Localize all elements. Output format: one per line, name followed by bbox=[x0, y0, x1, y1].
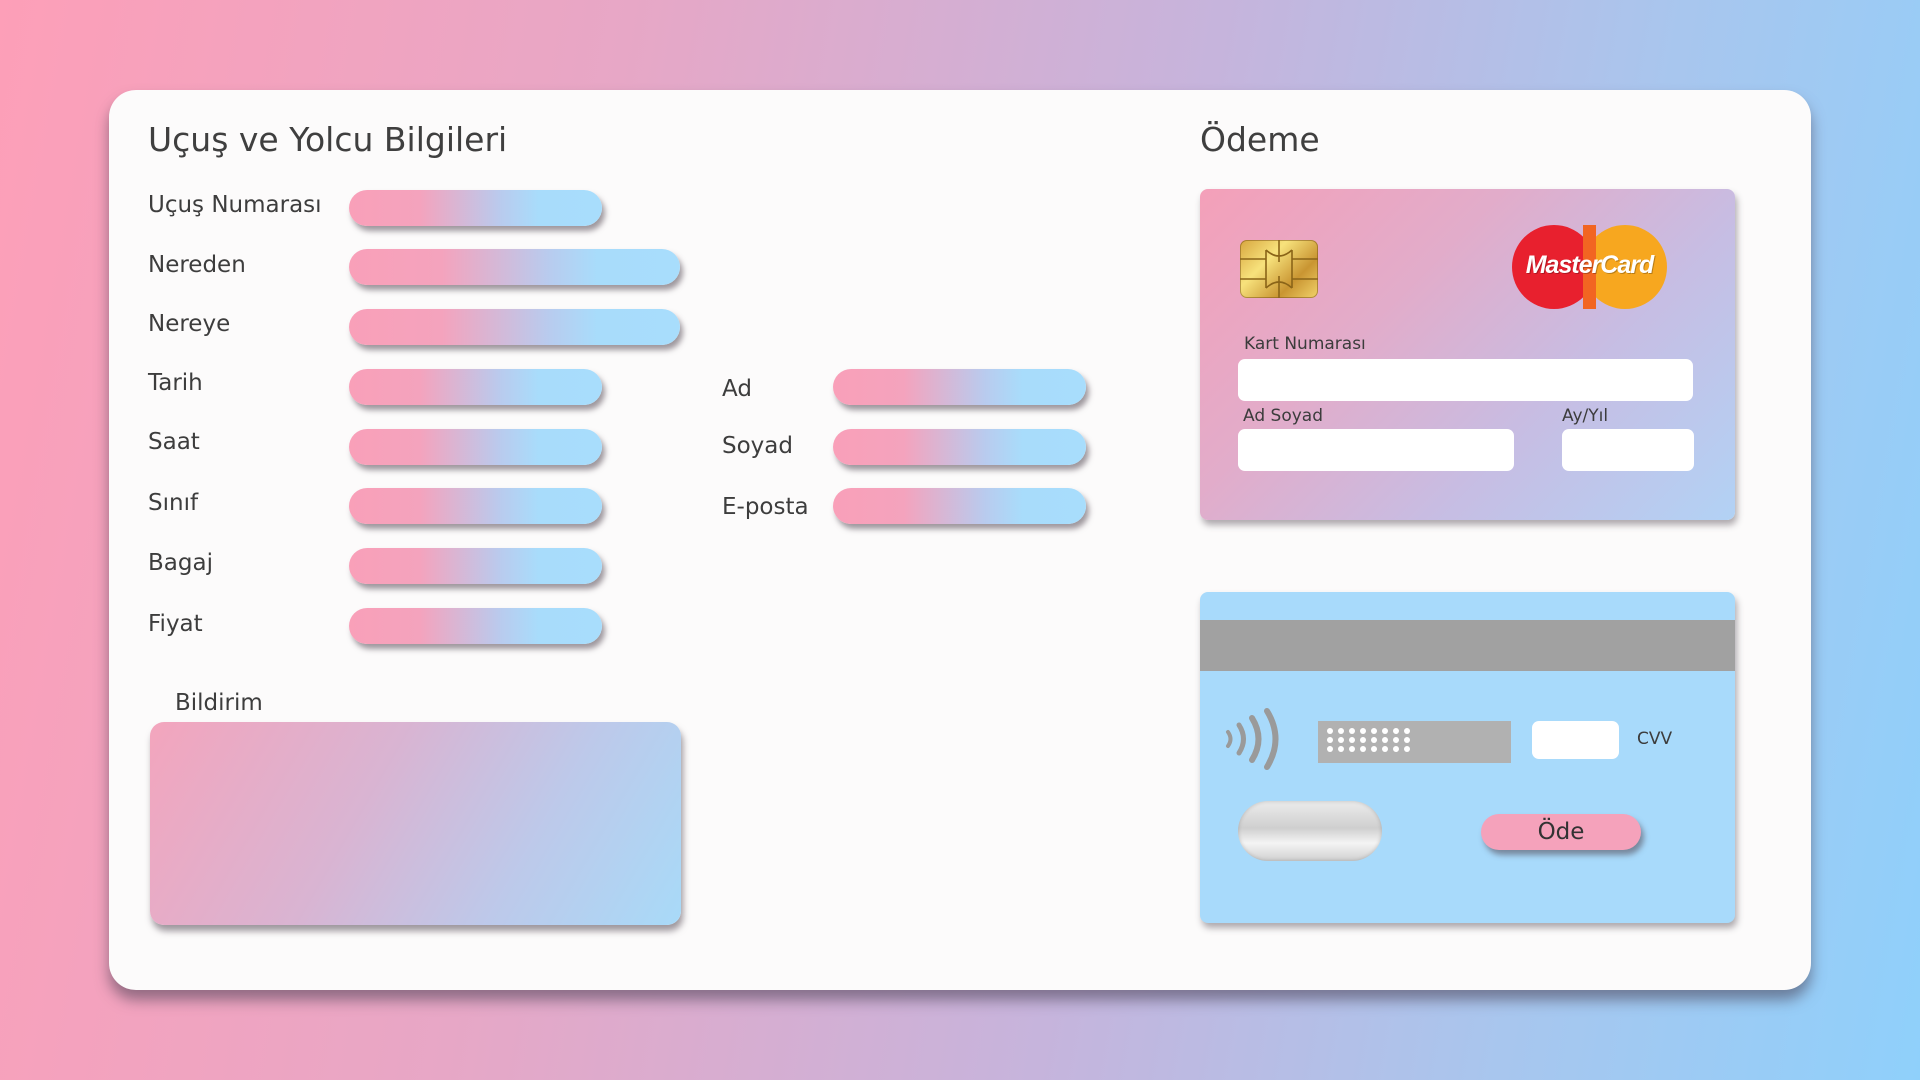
from-label: Nereden bbox=[148, 252, 246, 278]
cardholder-name-label: Ad Soyad bbox=[1243, 406, 1323, 426]
cvv-label: CVV bbox=[1637, 729, 1673, 749]
baggage-input[interactable] bbox=[349, 548, 602, 584]
flight-number-input[interactable] bbox=[349, 190, 602, 226]
card-back: CVV Öde bbox=[1200, 592, 1735, 923]
main-panel: Uçuş ve Yolcu Bilgileri Uçuş Numarası Ne… bbox=[109, 90, 1811, 990]
notification-label: Bildirim bbox=[175, 690, 263, 716]
date-input[interactable] bbox=[349, 369, 602, 405]
email-label: E-posta bbox=[722, 494, 809, 520]
notification-textarea[interactable] bbox=[150, 722, 681, 925]
first-name-label: Ad bbox=[722, 376, 752, 402]
card-chip-icon bbox=[1240, 240, 1318, 298]
time-input[interactable] bbox=[349, 429, 602, 465]
signature-panel bbox=[1318, 721, 1511, 763]
card-brand-text: MasterCard bbox=[1525, 251, 1655, 279]
expiry-label: Ay/Yıl bbox=[1562, 406, 1609, 426]
class-input[interactable] bbox=[349, 488, 602, 524]
cardholder-name-input[interactable] bbox=[1238, 429, 1514, 471]
first-name-input[interactable] bbox=[833, 369, 1086, 405]
price-label: Fiyat bbox=[148, 611, 203, 637]
from-input[interactable] bbox=[349, 249, 680, 285]
last-name-label: Soyad bbox=[722, 433, 793, 459]
last-name-input[interactable] bbox=[833, 429, 1086, 465]
mastercard-logo: MasterCard bbox=[1512, 225, 1667, 309]
card-number-input[interactable] bbox=[1238, 359, 1693, 401]
pay-button[interactable]: Öde bbox=[1481, 814, 1641, 850]
magnetic-stripe bbox=[1200, 620, 1735, 671]
payment-section-title: Ödeme bbox=[1200, 120, 1320, 159]
date-label: Tarih bbox=[148, 370, 203, 396]
class-label: Sınıf bbox=[148, 490, 199, 516]
card-number-label: Kart Numarası bbox=[1244, 334, 1366, 354]
email-input[interactable] bbox=[833, 488, 1086, 524]
expiry-input[interactable] bbox=[1562, 429, 1694, 471]
to-label: Nereye bbox=[148, 311, 231, 337]
card-front: MasterCard Kart Numarası Ad Soyad Ay/Yıl bbox=[1200, 189, 1735, 520]
baggage-label: Bagaj bbox=[148, 550, 213, 576]
contactless-icon bbox=[1222, 708, 1292, 774]
flight-section-title: Uçuş ve Yolcu Bilgileri bbox=[148, 120, 508, 159]
cvv-input[interactable] bbox=[1532, 721, 1619, 759]
price-input[interactable] bbox=[349, 608, 602, 644]
hologram bbox=[1238, 801, 1382, 861]
to-input[interactable] bbox=[349, 309, 680, 345]
time-label: Saat bbox=[148, 429, 200, 455]
flight-number-label: Uçuş Numarası bbox=[148, 192, 322, 218]
